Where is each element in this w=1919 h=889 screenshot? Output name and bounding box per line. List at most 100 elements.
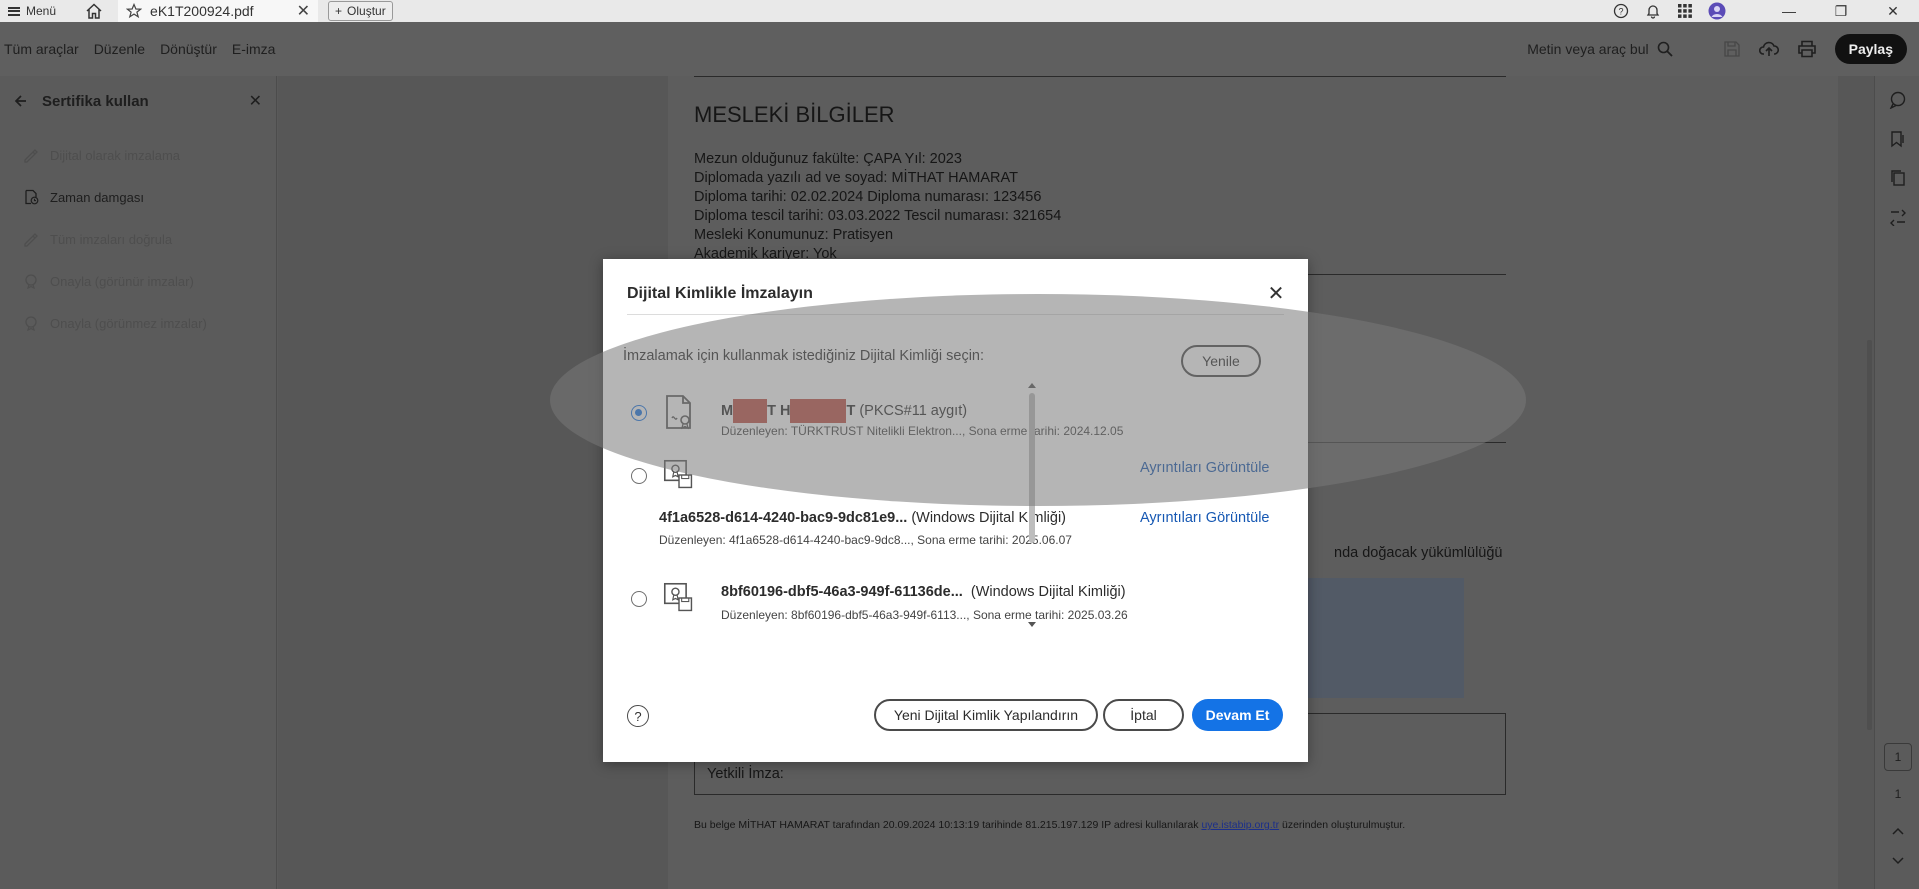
certificate-save-icon (663, 582, 693, 612)
share-button[interactable]: Paylaş (1834, 34, 1907, 64)
digital-id-details: Düzenleyen: TÜRKTRUST Nitelikli Elektron… (721, 424, 1124, 438)
document-tab[interactable]: eK1T200924.pdf ✕ (118, 0, 319, 22)
verify-pen-icon (22, 230, 40, 248)
id-type: (PKCS#11 aygıt) (859, 402, 968, 419)
footer-text: Bu belge MİTHAT HAMARAT tarafından 20.09… (694, 819, 1202, 831)
dialog-prompt: İmzalamak için kullanmak istediğiniz Dij… (623, 348, 985, 364)
apps-grid-icon[interactable] (1669, 0, 1701, 22)
document-tab-name: eK1T200924.pdf (150, 3, 254, 19)
doc-line: Diploma tescil tarihi: 03.03.2022 Tescil… (694, 208, 1062, 224)
scroll-up-icon[interactable] (1027, 381, 1037, 389)
sign-with-digital-id-dialog: Dijital Kimlikle İmzalayın ✕ İmzalamak i… (603, 259, 1308, 762)
panel-item-certify-visible[interactable]: Onayla (görünür imzalar) (0, 260, 276, 302)
menu-label: Menü (26, 4, 57, 18)
timestamp-icon (22, 188, 40, 206)
digital-id-row[interactable]: 4f1a6528-d614-4240-bac9-9dc81e9... (Wind… (623, 503, 1270, 563)
panel-item-digital-sign[interactable]: Dijital olarak imzalama (0, 134, 276, 176)
certificate-icon (666, 395, 691, 430)
close-panel-icon[interactable]: ✕ (249, 91, 262, 111)
id-type: (Windows Dijital Kimliği) (970, 584, 1126, 600)
doc-line: Diplomada yazılı ad ve soyad: MİTHAT HAM… (694, 170, 1018, 186)
close-tab-icon[interactable]: ✕ (297, 1, 310, 21)
tool-all-tools[interactable]: Tüm araçlar (0, 41, 90, 57)
divider (694, 76, 1506, 77)
doc-line: Mesleki Konumunuz: Pratisyen (694, 227, 894, 243)
digital-id-name: 4f1a6528-d614-4240-bac9-9dc81e9... (Wind… (659, 510, 1066, 526)
bookmark-icon[interactable] (1888, 129, 1908, 149)
avatar[interactable] (1701, 0, 1733, 22)
panel-item-label: Zaman damgası (50, 189, 144, 205)
chevron-up-icon[interactable] (1888, 821, 1908, 841)
panel-item-timestamp[interactable]: Zaman damgası (0, 176, 276, 218)
save-icon[interactable] (1723, 40, 1741, 58)
title-bar: Menü eK1T200924.pdf ✕ + Oluştur ? — ❐ ✕ (0, 0, 1919, 22)
digital-id-row[interactable]: Ayrıntıları Görüntüle (623, 443, 1270, 503)
panel-item-verify-all[interactable]: Tüm imzaları doğrula (0, 218, 276, 260)
id-list-scrollbar[interactable] (1027, 381, 1037, 631)
panel-item-label: Dijital olarak imzalama (50, 147, 181, 163)
pages-icon[interactable] (1888, 168, 1908, 188)
panel-item-label: Tüm imzaları doğrula (50, 231, 173, 247)
minimize-icon[interactable]: — (1763, 0, 1815, 22)
doc-line: Diploma tarihi: 02.02.2024 Diploma numar… (694, 189, 1042, 205)
digital-id-radio[interactable] (631, 405, 647, 421)
id-name-part: 8bf60196-dbf5-46a3-949f-61136de... (721, 584, 963, 600)
comment-icon[interactable] (1888, 90, 1908, 110)
search-icon (1657, 41, 1673, 57)
id-name-part: T (846, 402, 856, 419)
signature-label: Yetkili İmza: (707, 766, 784, 782)
star-icon[interactable] (126, 3, 143, 19)
panel-title: Sertifika kullan (42, 92, 149, 110)
svg-text:?: ? (1618, 7, 1623, 17)
view-details-link[interactable]: Ayrıntıları Görüntüle (1140, 510, 1270, 526)
cloud-upload-icon[interactable] (1758, 40, 1779, 58)
dialog-close-icon[interactable]: ✕ (1264, 281, 1288, 305)
compare-icon[interactable] (1888, 207, 1908, 227)
cancel-button[interactable]: İptal (1103, 699, 1184, 731)
help-icon[interactable]: ? (1605, 0, 1637, 22)
main-toolbar: Tüm araçlar Düzenle Dönüştür E-imza Meti… (0, 22, 1919, 76)
id-name-part: 4f1a6528-d614-4240-bac9-9dc81e9... (659, 510, 908, 526)
menu-button[interactable]: Menü (0, 0, 64, 22)
document-scrollbar[interactable] (1867, 340, 1872, 730)
view-details-link[interactable]: Ayrıntıları Görüntüle (1140, 460, 1270, 476)
id-type: (Windows Dijital Kimliği) (911, 510, 1066, 526)
create-button[interactable]: + Oluştur (328, 1, 393, 21)
restore-icon[interactable]: ❐ (1815, 0, 1867, 22)
digital-id-row[interactable]: 8bf60196-dbf5-46a3-949f-61136de... (Wind… (623, 567, 1263, 627)
panel-item-label: Onayla (görünür imzalar) (50, 273, 194, 289)
digital-id-details: Düzenleyen: 8bf60196-dbf5-46a3-949f-6113… (721, 608, 1128, 622)
refresh-button[interactable]: Yenile (1181, 345, 1261, 377)
search-tools[interactable]: Metin veya araç bul (1527, 41, 1673, 57)
certificate-save-icon (663, 459, 693, 489)
panel-item-certify-invisible[interactable]: Onayla (görünmez imzalar) (0, 302, 276, 344)
print-icon[interactable] (1797, 40, 1817, 58)
home-icon[interactable] (82, 0, 106, 22)
tool-esign[interactable]: E-imza (228, 41, 287, 57)
continue-button[interactable]: Devam Et (1192, 699, 1283, 731)
footer-text: üzerinden oluşturulmuştur. (1279, 819, 1406, 831)
bell-icon[interactable] (1637, 0, 1669, 22)
current-page-box[interactable]: 1 (1884, 743, 1912, 771)
pen-sign-icon (22, 146, 40, 164)
tool-convert[interactable]: Dönüştür (156, 41, 228, 57)
certify-invisible-icon (22, 314, 40, 332)
scroll-down-icon[interactable] (1027, 621, 1037, 629)
right-rail: 1 1 (1874, 76, 1919, 889)
back-arrow-icon[interactable] (14, 94, 28, 108)
footer-link[interactable]: uye.istabip.org.tr (1201, 819, 1279, 831)
scroll-thumb[interactable] (1029, 393, 1035, 543)
id-name-part: M (721, 402, 734, 419)
digital-id-radio[interactable] (631, 591, 647, 607)
doc-line: Mezun olduğunuz fakülte: ÇAPA Yıl: 2023 (694, 151, 962, 167)
help-icon[interactable]: ? (627, 705, 649, 727)
close-window-icon[interactable]: ✕ (1867, 0, 1919, 22)
configure-new-id-button[interactable]: Yeni Dijital Kimlik Yapılandırın (874, 699, 1098, 731)
certify-visible-icon (22, 272, 40, 290)
chevron-down-icon[interactable] (1888, 851, 1908, 871)
digital-id-name: M T H T (PKCS#11 aygıt) (721, 399, 967, 423)
digital-id-radio[interactable] (631, 468, 647, 484)
digital-id-row[interactable]: M T H T (PKCS#11 aygıt) Düzenleyen: TÜRKTR… (623, 381, 1263, 441)
tool-edit[interactable]: Düzenle (90, 41, 156, 57)
panel-item-label: Onayla (görünmez imzalar) (50, 315, 207, 331)
